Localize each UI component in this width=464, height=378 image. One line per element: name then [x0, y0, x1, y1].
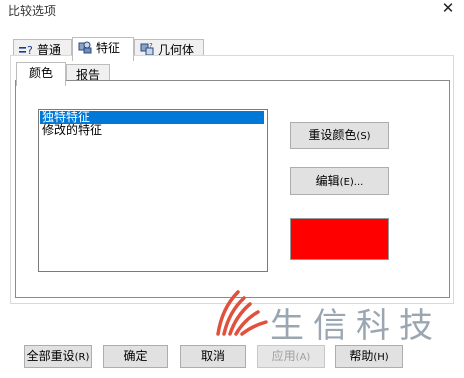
- ok-label: 确定: [123, 349, 148, 363]
- reset-color-mnemonic: (S): [356, 131, 371, 142]
- reset-color-button[interactable]: 重设颜色(S): [290, 122, 389, 149]
- ok-button[interactable]: 确定: [103, 345, 168, 368]
- apply-button[interactable]: 应用(A): [257, 345, 325, 368]
- cancel-button[interactable]: 取消: [180, 345, 246, 368]
- subtab-color-label: 颜色: [28, 66, 53, 80]
- subtab-color[interactable]: 颜色: [16, 62, 66, 86]
- tab-features-label: 特征: [96, 41, 121, 55]
- geometry-icon: ?: [139, 42, 155, 56]
- equals-question-icon: ?: [18, 42, 34, 57]
- watermark-logo: [214, 286, 270, 338]
- cancel-label: 取消: [200, 349, 225, 363]
- svg-text:?: ?: [149, 42, 153, 50]
- edit-color-label: 编辑: [315, 174, 340, 188]
- apply-label: 应用: [271, 349, 296, 363]
- list-item-label: 修改的特征: [42, 123, 103, 137]
- close-icon[interactable]: ✕: [438, 0, 458, 17]
- help-button[interactable]: 帮助(H): [335, 345, 403, 368]
- list-item-label: 独特特征: [42, 110, 91, 124]
- reset-all-mnemonic: (R): [74, 352, 90, 363]
- help-label: 帮助: [349, 349, 374, 363]
- edit-color-button[interactable]: 编辑(E)...: [290, 167, 389, 195]
- apply-mnemonic: (A): [295, 352, 311, 363]
- reset-color-label: 重设颜色: [308, 128, 357, 142]
- reset-all-button[interactable]: 全部重设(R): [24, 345, 92, 368]
- tab-features[interactable]: 特征: [72, 37, 134, 61]
- list-item-modified-features[interactable]: 修改的特征: [40, 124, 264, 137]
- help-mnemonic: (H): [373, 352, 389, 363]
- features-icon: [77, 40, 93, 54]
- watermark-text: 生信科技: [270, 306, 442, 346]
- reset-all-label: 全部重设: [26, 349, 75, 363]
- edit-color-mnemonic: (E)...: [339, 177, 364, 188]
- color-swatch[interactable]: [290, 218, 389, 260]
- feature-type-list[interactable]: 独特特征 修改的特征: [38, 109, 268, 272]
- dialog-title: 比较选项: [8, 4, 57, 18]
